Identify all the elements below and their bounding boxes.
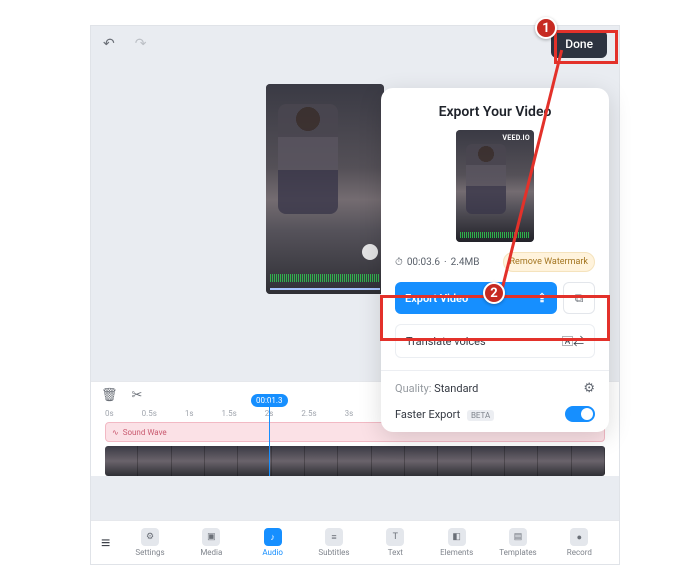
video-frame-thumb — [238, 446, 271, 476]
export-panel: Export Your Video VEED.IO ⏱ 00:03.6 · 2.… — [381, 88, 609, 432]
nav-label: Audio — [262, 548, 283, 557]
video-frame-thumb — [338, 446, 371, 476]
audio-icon: ♪ — [264, 528, 282, 546]
video-frame-thumb — [105, 446, 138, 476]
video-frame-thumb — [472, 446, 505, 476]
remove-watermark-button[interactable]: Remove Watermark — [503, 252, 596, 272]
video-frame-thumb — [272, 446, 305, 476]
ruler-tick: 1s — [185, 409, 194, 418]
translate-icon: 🄰⇄ — [562, 333, 584, 349]
preview-progress-icon — [270, 288, 380, 290]
export-video-label: Export Video — [405, 292, 468, 305]
playhead[interactable] — [269, 402, 270, 476]
preview-marker-icon — [362, 244, 378, 260]
upload-icon: ⇪ — [537, 291, 547, 305]
ruler-tick: 3s — [345, 409, 354, 418]
translate-voices-button[interactable]: Translate voices 🄰⇄ — [395, 324, 595, 358]
meta-sep: · — [444, 257, 447, 268]
quality-label: Quality: — [395, 382, 431, 395]
clock-icon: ⏱ — [395, 257, 403, 268]
text-icon: T — [386, 528, 404, 546]
ruler-tick: 0.5s — [142, 409, 157, 418]
nav-item-elements[interactable]: ◧ Elements — [427, 528, 486, 557]
nav-label: Settings — [135, 548, 164, 557]
video-frame-thumb — [438, 446, 471, 476]
media-icon: ▣ — [202, 528, 220, 546]
nav-label: Elements — [440, 548, 473, 557]
divider — [381, 370, 609, 371]
faster-left: Faster Export BETA — [395, 408, 494, 421]
nav-label: Text — [388, 548, 403, 557]
beta-badge: BETA — [467, 410, 494, 421]
preview-waveform-icon — [270, 274, 380, 282]
undo-icon[interactable]: ↶ — [103, 36, 115, 52]
faster-export-toggle[interactable] — [565, 406, 595, 422]
video-frame-thumb — [505, 446, 538, 476]
annotation-step-2: 2 — [483, 282, 505, 304]
nav-label: Subtitles — [318, 548, 349, 557]
export-thumbnail: VEED.IO — [456, 130, 534, 242]
faster-export-label: Faster Export — [395, 408, 460, 421]
export-meta-left: ⏱ 00:03.6 · 2.4MB — [395, 257, 479, 268]
timeline-tools: 🗑 ✂ — [101, 388, 142, 403]
nav-item-settings[interactable]: ⚙ Settings — [120, 528, 179, 557]
ruler-tick: 0s — [105, 409, 114, 418]
watermark-text: VEED.IO — [502, 134, 530, 142]
redo-icon[interactable]: ↷ — [135, 36, 147, 52]
trash-icon[interactable]: 🗑 — [101, 388, 118, 403]
preview-subject — [278, 104, 338, 214]
audio-track-label: Sound Wave — [123, 428, 167, 437]
video-track[interactable] — [105, 446, 605, 476]
video-preview[interactable] — [266, 84, 384, 294]
quality-row: Quality: Standard ⚙ — [395, 381, 595, 396]
nav-item-record[interactable]: ● Record — [550, 528, 609, 557]
faster-export-row: Faster Export BETA — [395, 406, 595, 422]
export-size: 2.4MB — [451, 257, 480, 268]
nav-item-templates[interactable]: ▤ Templates — [488, 528, 547, 557]
nav-label: Templates — [499, 548, 536, 557]
export-alt-button[interactable]: ⧉ — [563, 282, 595, 314]
ruler-tick: 2.5s — [301, 409, 316, 418]
video-frame-thumb — [172, 446, 205, 476]
ruler-tick: 1.5s — [221, 409, 236, 418]
nav-item-subtitles[interactable]: ≡ Subtitles — [304, 528, 363, 557]
nav-item-media[interactable]: ▣ Media — [182, 528, 241, 557]
audio-wave-icon: ∿ — [112, 428, 119, 437]
settings-icon: ⚙ — [141, 528, 159, 546]
export-thumb-wrap: VEED.IO — [395, 130, 595, 242]
nav-item-audio[interactable]: ♪ Audio — [243, 528, 302, 557]
quality-value: Standard — [434, 382, 478, 395]
menu-icon[interactable]: ≡ — [101, 533, 110, 553]
thumb-subject — [466, 144, 506, 214]
video-frame-thumb — [538, 446, 571, 476]
cut-icon[interactable]: ✂ — [132, 388, 143, 403]
video-frame-thumb — [405, 446, 438, 476]
annotation-step-1: 1 — [535, 17, 557, 39]
video-frame-thumb — [305, 446, 338, 476]
bottom-nav: ≡ ⚙ Settings ▣ Media ♪ Audio ≡ Subtitles T Text ◧ E… — [91, 520, 619, 564]
export-video-button[interactable]: Export Video ⇪ — [395, 282, 557, 314]
subtitles-icon: ≡ — [325, 528, 343, 546]
top-bar-left: ↶ ↷ — [103, 36, 146, 52]
thumb-waveform-icon — [460, 232, 530, 238]
video-frame-thumb — [138, 446, 171, 476]
nav-label: Media — [200, 548, 222, 557]
nav-label: Record — [567, 548, 592, 557]
app-frame: ↶ ↷ Done Export Your Video VEED.IO ⏱ — [90, 25, 620, 565]
templates-icon: ▤ — [509, 528, 527, 546]
export-title: Export Your Video — [395, 104, 595, 120]
export-duration: 00:03.6 — [407, 257, 440, 268]
elements-icon: ◧ — [448, 528, 466, 546]
export-meta-row: ⏱ 00:03.6 · 2.4MB Remove Watermark — [395, 252, 595, 272]
preview-controls — [266, 262, 384, 294]
record-icon: ● — [570, 528, 588, 546]
video-frame-thumb — [572, 446, 605, 476]
quality-text: Quality: Standard — [395, 382, 478, 395]
gear-icon[interactable]: ⚙ — [583, 381, 595, 396]
nav-item-text[interactable]: T Text — [366, 528, 425, 557]
copy-plus-icon: ⧉ — [575, 291, 584, 306]
video-frame-thumb — [205, 446, 238, 476]
translate-label: Translate voices — [406, 335, 486, 348]
video-frame-thumb — [372, 446, 405, 476]
